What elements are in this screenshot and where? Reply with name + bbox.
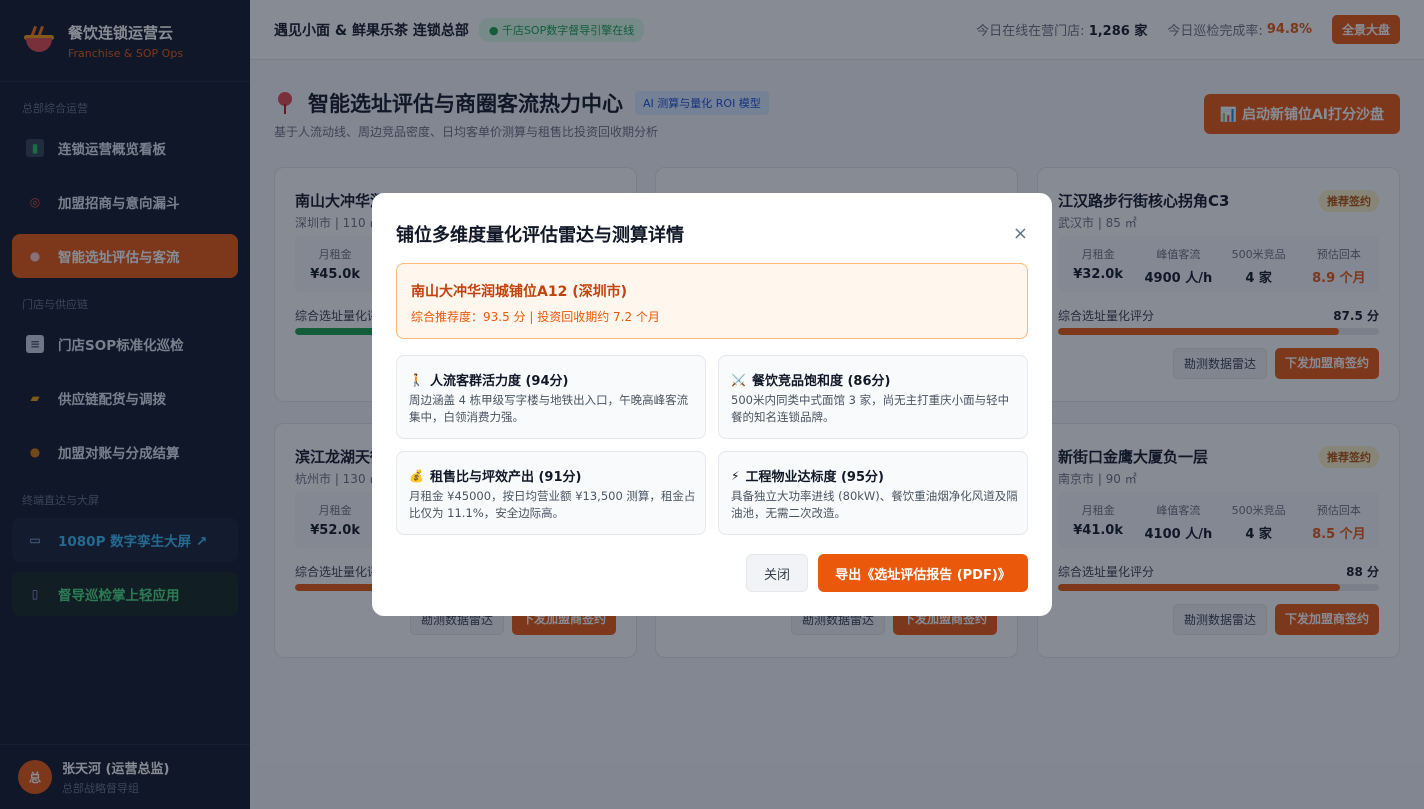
metric-desc: 具备独立大功率进线 (80kW)、餐饮重油烟净化风道及隔油池，无需二次改造。: [731, 489, 1018, 520]
metric-card-rent: 💰 租售比与坪效产出 (91分) 月租金 ¥45000，按日均营业额 ¥13,50…: [396, 451, 706, 535]
site-summary: 南山大冲华润城铺位A12 (深圳市) 综合推荐度：93.5 分 | 投资回收期约…: [396, 263, 1028, 339]
evaluation-modal: 铺位多维度量化评估雷达与测算详情 × 南山大冲华润城铺位A12 (深圳市) 综合…: [372, 193, 1052, 616]
metric-desc: 500米内同类中式面馆 3 家，尚无主打重庆小面与轻中餐的知名连锁品牌。: [731, 393, 1010, 424]
close-icon[interactable]: ×: [1013, 223, 1028, 244]
crossed-swords-icon: ⚔️: [731, 372, 746, 387]
metric-title: 人流客群活力度 (94分): [429, 374, 569, 389]
export-pdf-button[interactable]: 导出《选址评估报告 (PDF)》: [818, 554, 1028, 592]
lightning-icon: ⚡: [731, 468, 740, 483]
metric-card-traffic: 🚶 人流客群活力度 (94分) 周边涵盖 4 栋甲级写字楼与地铁出入口，午晚高峰客…: [396, 355, 706, 439]
metric-title: 租售比与坪效产出 (91分): [429, 470, 582, 485]
metric-title: 餐饮竞品饱和度 (86分): [751, 374, 891, 389]
walking-person-icon: 🚶: [409, 372, 424, 387]
modal-title: 铺位多维度量化评估雷达与测算详情: [396, 225, 684, 246]
metric-card-competition: ⚔️ 餐饮竞品饱和度 (86分) 500米内同类中式面馆 3 家，尚无主打重庆小面…: [718, 355, 1028, 439]
metric-desc: 月租金 ¥45000，按日均营业额 ¥13,500 测算，租金占比仅为 11.1…: [409, 489, 696, 520]
site-summary-title: 南山大冲华润城铺位A12 (深圳市): [411, 284, 627, 300]
site-summary-score: 综合推荐度：93.5 分 | 投资回收期约 7.2 个月: [411, 310, 660, 324]
metric-desc: 周边涵盖 4 栋甲级写字楼与地铁出入口，午晚高峰客流集中，白领消费力强。: [409, 393, 689, 424]
metric-title: 工程物业达标度 (95分): [745, 470, 884, 485]
close-button[interactable]: 关闭: [746, 554, 808, 592]
metric-card-engineering: ⚡ 工程物业达标度 (95分) 具备独立大功率进线 (80kW)、餐饮重油烟净化风…: [718, 451, 1028, 535]
money-bag-icon: 💰: [409, 468, 424, 483]
